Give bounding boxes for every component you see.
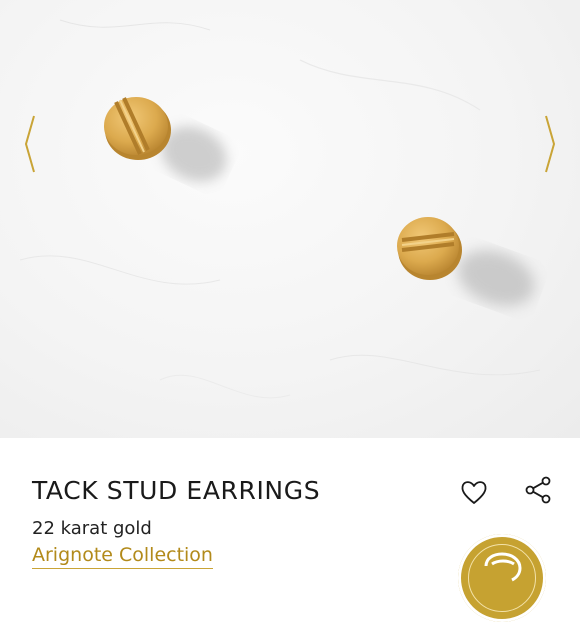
product-title: TACK STUD EARRINGS xyxy=(32,476,321,505)
product-image-gallery[interactable] xyxy=(0,0,580,438)
earring-stud-image xyxy=(104,97,227,182)
chat-bubble-icon xyxy=(484,552,522,582)
gallery-prev-button[interactable] xyxy=(20,112,40,176)
chat-button[interactable] xyxy=(458,534,546,622)
product-material: 22 karat gold xyxy=(32,518,152,539)
favorite-button[interactable] xyxy=(458,476,490,508)
gallery-next-button[interactable] xyxy=(540,112,560,176)
chevron-left-icon xyxy=(24,115,35,173)
earring-stud-image xyxy=(397,217,535,307)
share-icon xyxy=(525,476,551,504)
share-button[interactable] xyxy=(522,474,554,506)
heart-outline-icon xyxy=(461,481,487,504)
chevron-right-icon xyxy=(545,115,556,173)
collection-link[interactable]: Arignote Collection xyxy=(32,544,213,569)
